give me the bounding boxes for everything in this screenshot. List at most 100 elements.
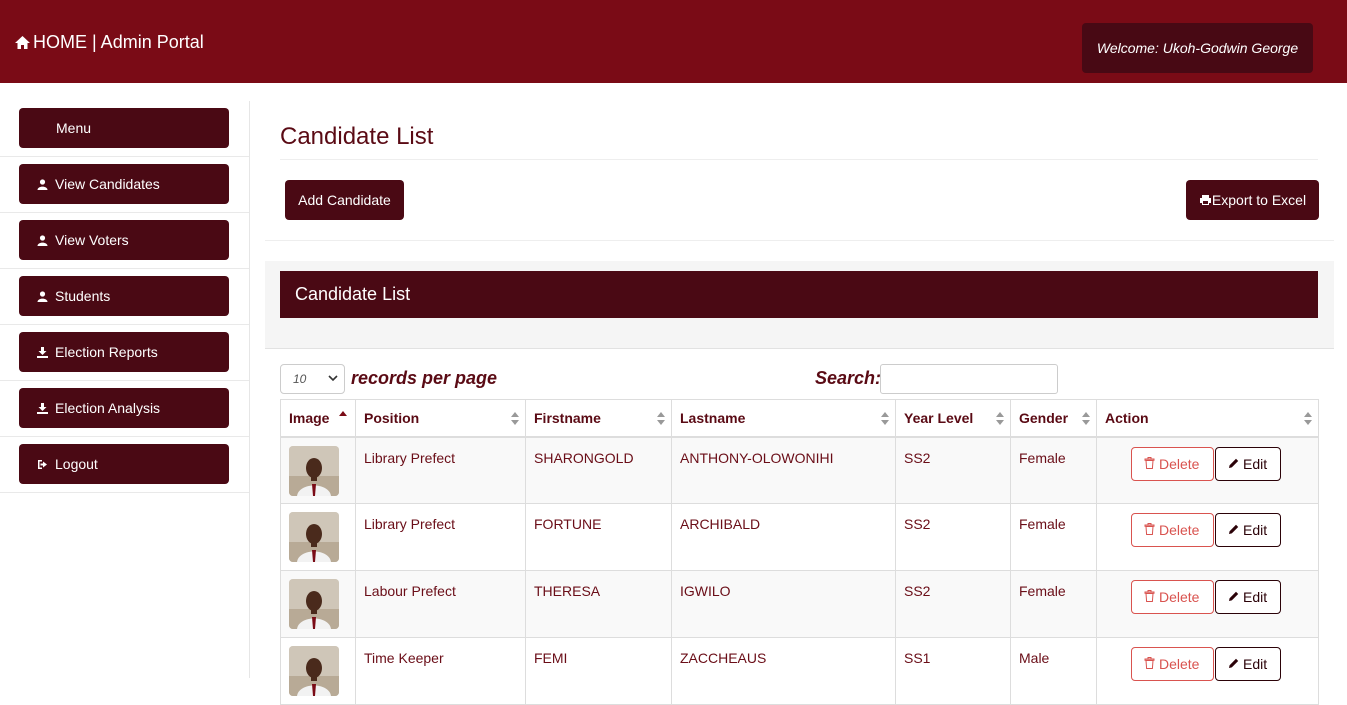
gender-cell: Male [1010,637,1097,705]
gender-cell: Female [1010,436,1097,504]
sidebar-button-election-reports[interactable]: Election Reports [19,332,229,372]
delete-button[interactable]: Delete [1131,446,1214,481]
position-cell: Library Prefect [355,503,526,571]
sidebar-button-menu[interactable]: Menu [19,108,229,148]
delete-label: Delete [1159,455,1200,472]
lastname-cell: ANTHONY-OLOWONIHI [671,436,896,504]
column-header[interactable]: Position [355,399,526,438]
search-label: Search: [815,368,882,388]
table-row: Library Prefect FORTUNE ARCHIBALD SS2 Female… [280,503,1319,571]
print-icon [1199,195,1211,205]
candidate-photo [289,579,339,629]
candidate-table: Image Position Firstname Lastname Year Level… [280,399,1319,705]
column-header-label: Firstname [534,409,601,426]
welcome-badge[interactable]: Welcome: Ukoh-Godwin George [1082,23,1313,73]
year-cell: SS2 [895,570,1011,638]
home-link[interactable]: HOME | Admin Portal [14,32,204,53]
records-length-select[interactable]: 10 [280,364,345,394]
sidebar-button-view-candidates[interactable]: View Candidates [19,164,229,204]
sidebar-item: Logout [0,437,249,493]
edit-button[interactable]: Edit [1215,513,1281,547]
edit-label: Edit [1243,522,1268,538]
edit-button[interactable]: Edit [1215,580,1281,614]
table-row: Labour Prefect THERESA IGWILO SS2 Female Dele… [280,570,1319,638]
action-cell: Delete Edit [1096,637,1319,705]
year-cell: SS1 [895,637,1011,705]
pencil-icon [1228,522,1239,538]
download-icon [35,401,49,415]
sidebar-item: Menu [0,101,249,157]
position-cell: Time Keeper [355,637,526,705]
column-header[interactable]: Firstname [525,399,672,438]
column-header[interactable]: Year Level [895,399,1011,438]
column-header-label: Action [1105,409,1149,426]
pencil-icon [1228,589,1239,605]
firstname-cell: FEMI [525,637,672,705]
sidebar-button-logout[interactable]: Logout [19,444,229,484]
firstname-cell: THERESA [525,570,672,638]
firstname-cell: FORTUNE [525,503,672,571]
add-candidate-button[interactable]: Add Candidate [285,180,404,220]
action-cell: Delete Edit [1096,436,1319,504]
year-cell: SS2 [895,436,1011,504]
delete-label: Delete [1159,656,1200,672]
sidebar-button-students[interactable]: Students [19,276,229,316]
trash-icon [1144,656,1155,672]
delete-label: Delete [1159,522,1200,538]
length-value: 10 [293,372,307,386]
trash-icon [1144,522,1155,538]
sidebar-item: Election Analysis [0,381,249,437]
sidebar-item-label: Students [55,288,111,304]
candidate-panel: Candidate List [265,261,1334,349]
user-icon [35,177,49,191]
top-navbar: HOME | Admin Portal Welcome: Ukoh-Godwin… [0,0,1347,83]
sidebar-item-label: Election Analysis [55,400,161,416]
column-header-label: Position [364,409,420,426]
sidebar: Menu View Candidates View Voters Students El… [0,101,250,678]
position-cell: Labour Prefect [355,570,526,638]
search-input[interactable] [880,364,1058,394]
column-header-label: Year Level [904,409,974,426]
column-header[interactable]: Gender [1010,399,1097,438]
sidebar-item: View Voters [0,213,249,269]
column-header[interactable]: Image [280,399,356,438]
image-cell [280,570,356,638]
candidate-photo [289,512,339,562]
logout-icon [35,457,49,471]
column-header[interactable]: Action [1096,399,1319,438]
user-icon [35,289,49,303]
lastname-cell: ZACCHEAUS [671,637,896,705]
image-cell [280,503,356,571]
edit-button[interactable]: Edit [1215,446,1281,481]
export-excel-button[interactable]: Export to Excel [1186,180,1319,220]
column-header-label: Image [289,409,330,426]
sidebar-button-view-voters[interactable]: View Voters [19,220,229,260]
image-cell [280,436,356,504]
column-header-label: Lastname [680,409,746,426]
sidebar-item: Students [0,269,249,325]
table-row: Time Keeper FEMI ZACCHEAUS SS1 Male Delete Edi… [280,637,1319,705]
brand-text: HOME | Admin Portal [33,32,204,52]
trash-icon [1144,456,1155,472]
divider [280,159,1318,160]
firstname-cell: SHARONGOLD [525,436,672,504]
user-icon [35,233,49,247]
delete-button[interactable]: Delete [1131,647,1214,681]
delete-label: Delete [1159,589,1200,605]
sidebar-button-election-analysis[interactable]: Election Analysis [19,388,229,428]
home-icon [15,36,30,49]
edit-button[interactable]: Edit [1215,647,1281,681]
divider [265,240,1334,241]
table-row: Library Prefect SHARONGOLD ANTHONY-OLOWONI… [280,436,1319,504]
sidebar-item-label: Election Reports [55,344,158,360]
candidate-photo [289,445,339,496]
delete-button[interactable]: Delete [1131,513,1214,547]
sidebar-item-label: View Candidates [55,176,160,192]
delete-button[interactable]: Delete [1131,580,1214,614]
lastname-cell: IGWILO [671,570,896,638]
edit-label: Edit [1243,589,1268,605]
sidebar-item-label: Menu [56,120,92,136]
column-header[interactable]: Lastname [671,399,896,438]
trash-icon [1144,589,1155,605]
gender-cell: Female [1010,503,1097,571]
